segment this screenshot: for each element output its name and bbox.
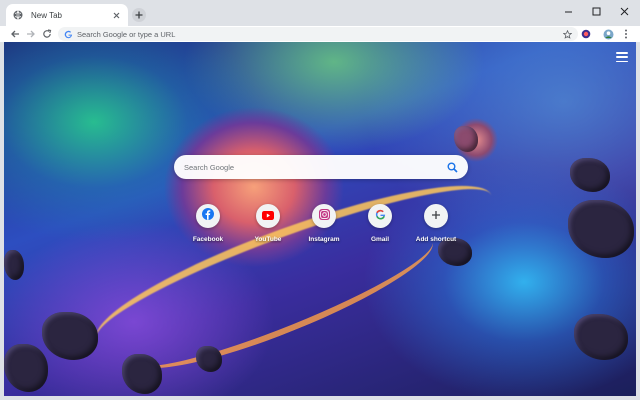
shortcut-tile[interactable] bbox=[256, 204, 280, 228]
google-icon bbox=[375, 207, 386, 225]
shortcut-label: Gmail bbox=[370, 236, 390, 243]
omnibox-placeholder: Search Google or type a URL bbox=[77, 29, 176, 39]
extension-icon[interactable] bbox=[580, 28, 592, 40]
shortcut-label: Instagram bbox=[308, 236, 340, 243]
window-close-icon[interactable] bbox=[612, 0, 636, 22]
facebook-icon bbox=[202, 207, 214, 225]
toolbar: Search Google or type a URL bbox=[0, 26, 640, 42]
shortcut-add[interactable]: Add shortcut bbox=[408, 204, 464, 243]
google-icon bbox=[64, 30, 73, 39]
forward-arrow-icon[interactable] bbox=[24, 27, 38, 41]
shortcut-tile[interactable] bbox=[312, 204, 336, 228]
tab-title: New Tab bbox=[31, 10, 62, 20]
shortcut-tile[interactable] bbox=[424, 204, 448, 228]
minimize-icon[interactable] bbox=[556, 0, 580, 22]
shortcut-gmail[interactable]: Gmail bbox=[352, 204, 408, 243]
shortcuts-grid: Facebook YouTube Instagram Gmail Add sho… bbox=[180, 204, 480, 254]
search-icon[interactable] bbox=[446, 161, 458, 173]
new-tab-page: Search Google Facebook YouTube Instagram… bbox=[4, 42, 636, 396]
shortcut-label: Add shortcut bbox=[415, 236, 457, 243]
asteroid-image bbox=[574, 314, 628, 360]
profile-avatar-icon[interactable] bbox=[602, 28, 614, 40]
asteroid-image bbox=[568, 200, 634, 258]
tab-strip: New Tab bbox=[0, 0, 640, 26]
asteroid-image bbox=[4, 344, 48, 392]
back-arrow-icon[interactable] bbox=[8, 27, 22, 41]
asteroid-image bbox=[196, 346, 222, 372]
shortcut-tile[interactable] bbox=[196, 204, 220, 228]
asteroid-image bbox=[42, 312, 98, 360]
omnibox[interactable]: Search Google or type a URL bbox=[58, 27, 578, 41]
plus-icon bbox=[431, 207, 441, 225]
shortcut-youtube[interactable]: YouTube bbox=[240, 204, 296, 243]
reload-icon[interactable] bbox=[40, 27, 54, 41]
shortcut-tile[interactable] bbox=[368, 204, 392, 228]
search-input[interactable]: Search Google bbox=[174, 155, 468, 179]
globe-icon bbox=[12, 10, 23, 21]
tab-new-tab[interactable]: New Tab bbox=[6, 4, 128, 26]
search-placeholder: Search Google bbox=[184, 162, 235, 172]
bookmark-star-icon[interactable] bbox=[562, 29, 572, 39]
moon-image bbox=[454, 126, 478, 152]
instagram-icon bbox=[318, 207, 330, 225]
maximize-icon[interactable] bbox=[584, 0, 608, 22]
kebab-menu-icon[interactable] bbox=[620, 28, 632, 40]
shortcut-instagram[interactable]: Instagram bbox=[296, 204, 352, 243]
shortcut-facebook[interactable]: Facebook bbox=[180, 204, 236, 243]
hamburger-menu-icon[interactable] bbox=[616, 52, 628, 62]
close-icon[interactable] bbox=[110, 9, 122, 21]
asteroid-image bbox=[570, 158, 610, 192]
asteroid-image bbox=[122, 354, 162, 394]
asteroid-image bbox=[4, 250, 24, 280]
shortcut-label: Facebook bbox=[192, 236, 224, 243]
youtube-icon bbox=[262, 207, 274, 225]
shortcut-label: YouTube bbox=[254, 236, 282, 243]
new-tab-button[interactable] bbox=[132, 8, 146, 22]
